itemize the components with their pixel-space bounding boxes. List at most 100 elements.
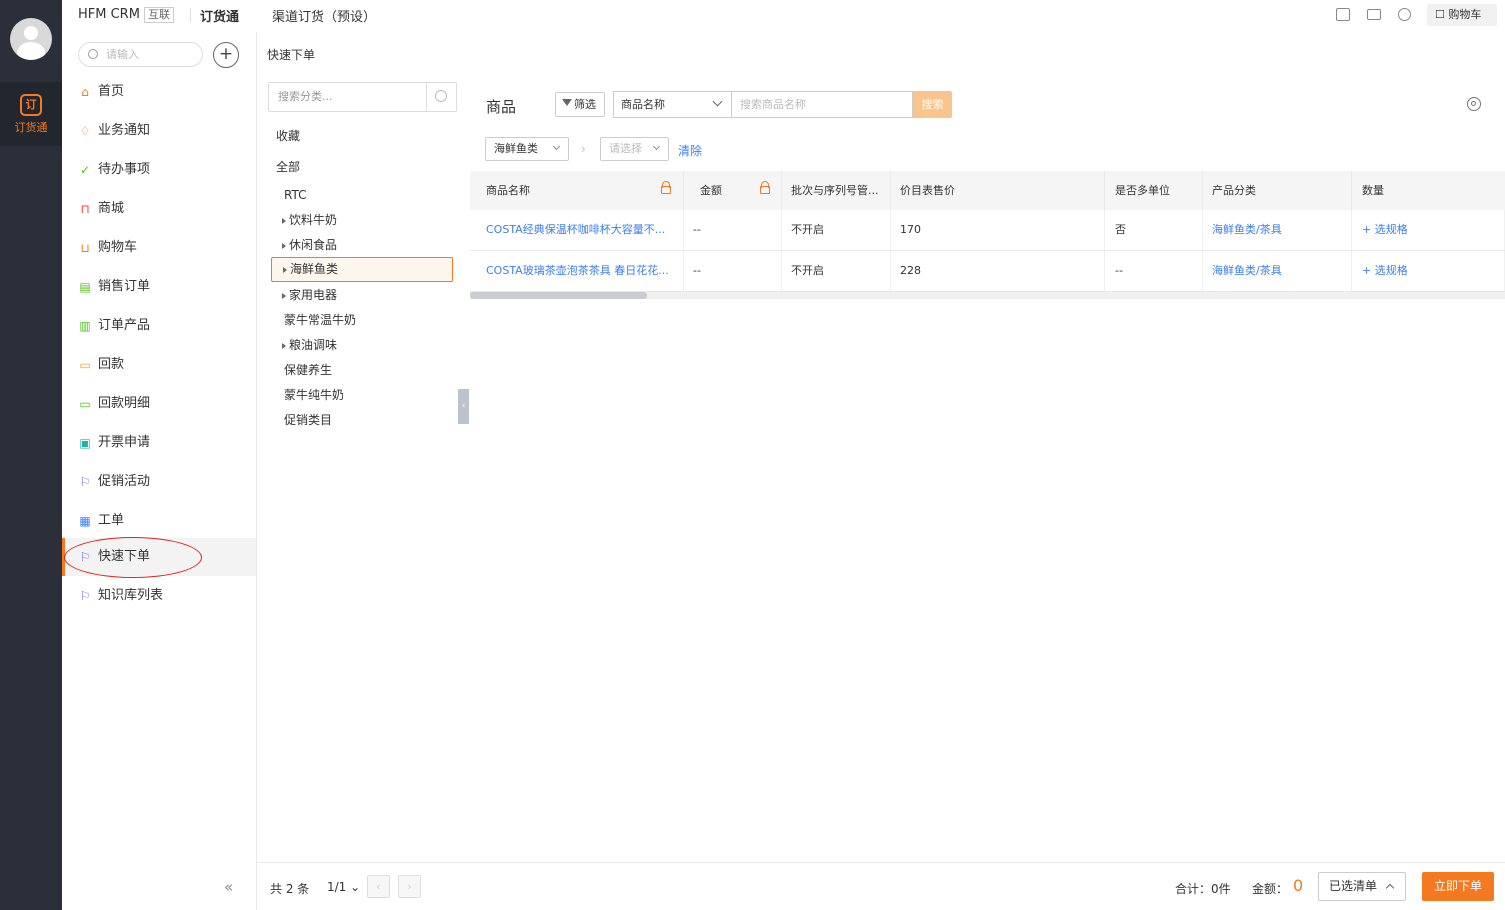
category-item[interactable]: 家用电器: [282, 285, 337, 305]
sidebar-item-label: 商城: [98, 201, 125, 216]
price-cell: 228: [891, 251, 1105, 291]
sidebar-item-sales-orders[interactable]: ▤ 销售订单: [62, 268, 256, 306]
sum-quantity: 合计：0件: [1175, 882, 1231, 896]
category-link[interactable]: 海鲜鱼类/茶具: [1203, 210, 1352, 250]
home-icon: ⌂: [81, 85, 89, 99]
clear-link[interactable]: 清除: [678, 142, 702, 159]
clipboard-icon: ▤: [79, 280, 91, 294]
sidebar-item-home[interactable]: ⌂ 首页: [62, 73, 256, 111]
chevron-up-icon: [1385, 883, 1395, 893]
sidebar-item-mall[interactable]: ⊓ 商城: [62, 190, 256, 228]
category-item[interactable]: 粮油调味: [282, 335, 337, 355]
multi-unit-cell: 否: [1105, 210, 1203, 250]
sidebar-item-cart[interactable]: ⊔ 购物车: [62, 229, 256, 267]
field-select-value: 商品名称: [621, 98, 665, 111]
select-spec-button[interactable]: + 选规格: [1352, 210, 1505, 250]
sidebar-item-label: 知识库列表: [98, 588, 164, 603]
scrollbar-thumb[interactable]: [470, 292, 647, 299]
selected-list-button[interactable]: 已选清单: [1318, 872, 1406, 901]
category-link[interactable]: 海鲜鱼类/茶具: [1203, 251, 1352, 291]
sidebar-item-work-orders[interactable]: ▦ 工单: [62, 502, 256, 540]
category-item-selected[interactable]: 海鲜鱼类: [271, 257, 453, 282]
column-header-category[interactable]: 产品分类: [1203, 171, 1352, 210]
category-item-label: 海鲜鱼类: [290, 262, 339, 276]
sidebar-item-knowledge-base[interactable]: ⚐ 知识库列表: [62, 577, 256, 615]
link-icon[interactable]: [1398, 8, 1411, 21]
place-order-button[interactable]: 立即下单: [1422, 872, 1494, 901]
expand-caret-icon[interactable]: [282, 217, 286, 224]
nav-search-input[interactable]: 请输入: [78, 42, 203, 67]
page-select[interactable]: 1/1 ⌄: [327, 880, 360, 894]
category-chip-select[interactable]: 海鲜鱼类: [485, 137, 569, 161]
inbox-icon[interactable]: [1336, 8, 1350, 21]
column-header-price[interactable]: 价目表售价: [891, 171, 1105, 210]
sidebar-item-payments[interactable]: ▭ 回款: [62, 346, 256, 384]
current-app-title[interactable]: 订货通: [200, 6, 239, 25]
next-page-button[interactable]: ›: [398, 875, 421, 898]
prev-page-button[interactable]: ‹: [367, 875, 390, 898]
column-header-batch[interactable]: 批次与序列号管...: [782, 171, 891, 210]
rail-app-dinghuotong[interactable]: 订 订货通: [0, 82, 62, 146]
category-favorites[interactable]: 收藏: [276, 126, 300, 146]
cart-button[interactable]: ☐ 购物车: [1427, 4, 1497, 26]
expand-caret-icon[interactable]: [282, 292, 286, 299]
category-item[interactable]: 蒙牛常温牛奶: [284, 310, 356, 330]
product-name-link[interactable]: COSTA玻璃茶壶泡茶茶具 春日花花...: [470, 251, 684, 291]
expand-caret-icon[interactable]: [282, 242, 286, 249]
sidebar-item-payment-details[interactable]: ▭ 回款明细: [62, 385, 256, 423]
expand-caret-icon[interactable]: [282, 342, 286, 349]
subcategory-select[interactable]: 请选择: [600, 137, 669, 161]
chevron-right-icon: ›: [581, 142, 586, 156]
column-header-quantity[interactable]: 数量: [1352, 171, 1505, 210]
category-item[interactable]: 保健养生: [284, 360, 332, 380]
flag-icon: ⚐: [79, 589, 91, 603]
sidebar-item-promotions[interactable]: ⚐ 促销活动: [62, 463, 256, 501]
category-search-input[interactable]: 搜索分类...: [268, 82, 457, 112]
collapse-sidebar-icon[interactable]: «: [224, 878, 233, 896]
category-item[interactable]: 休闲食品: [282, 235, 337, 255]
sidebar-item-label: 开票申请: [98, 435, 151, 450]
sidebar-item-label: 回款明细: [98, 396, 151, 411]
sidebar-item-order-products[interactable]: ▥ 订单产品: [62, 307, 256, 345]
sidebar-item-notifications[interactable]: ♢ 业务通知: [62, 112, 256, 150]
footer-bar: 共 2 条 1/1 ⌄ ‹ › 合计：0件 金额： 0 已选清单 立即下单: [257, 862, 1505, 910]
category-item[interactable]: 蒙牛纯牛奶: [284, 385, 344, 405]
product-name-link[interactable]: COSTA经典保温杯咖啡杯大容量不...: [470, 210, 684, 250]
search-button[interactable]: 搜索: [913, 91, 952, 118]
chip-value: 海鲜鱼类: [494, 142, 538, 155]
brand-tag: 互联: [144, 7, 174, 23]
amount-value: 0: [1293, 876, 1304, 895]
product-search-input[interactable]: 搜索商品名称: [731, 91, 913, 118]
document-icon: ▥: [79, 319, 91, 333]
select-spec-button[interactable]: + 选规格: [1352, 251, 1505, 291]
category-item[interactable]: 饮料牛奶: [282, 210, 337, 230]
channel-title[interactable]: 渠道订货（预设）: [272, 6, 376, 25]
add-button[interactable]: +: [213, 42, 239, 68]
panel-title: 商品: [486, 98, 517, 116]
settings-icon[interactable]: [1467, 97, 1481, 111]
category-item[interactable]: 促销类目: [284, 410, 332, 430]
horizontal-scrollbar[interactable]: [470, 292, 1505, 299]
category-all[interactable]: 全部: [276, 157, 300, 177]
column-header-name[interactable]: 商品名称: [470, 171, 684, 210]
search-field-select[interactable]: 商品名称: [613, 91, 731, 118]
collapse-category-panel-icon[interactable]: ‹: [458, 389, 469, 424]
category-search-placeholder: 搜索分类...: [278, 90, 333, 103]
product-panel: 商品 筛选 商品名称 搜索商品名称 搜索 海鲜鱼类 › 请选择 清除 商品名称 …: [470, 82, 1505, 862]
filter-button[interactable]: 筛选: [555, 92, 605, 117]
sidebar-item-invoice[interactable]: ▣ 开票申请: [62, 424, 256, 462]
chevron-down-icon: [652, 142, 661, 151]
invoice-icon: ▣: [79, 436, 91, 450]
sidebar-item-todo[interactable]: ✓ 待办事项: [62, 151, 256, 189]
column-header-multi-unit[interactable]: 是否多单位: [1105, 171, 1203, 210]
screen-icon[interactable]: [1367, 9, 1381, 20]
avatar[interactable]: [10, 18, 52, 60]
column-header-amount[interactable]: 金额: [684, 171, 782, 210]
search-icon[interactable]: [426, 83, 456, 111]
sidebar-item-label: 待办事项: [98, 162, 151, 177]
table-row: COSTA经典保温杯咖啡杯大容量不... -- 不开启 170 否 海鲜鱼类/茶…: [470, 210, 1505, 251]
lock-icon: [760, 181, 770, 194]
category-item[interactable]: RTC: [284, 185, 306, 205]
sidebar-item-label: 订单产品: [98, 318, 151, 333]
expand-caret-icon[interactable]: [283, 266, 287, 273]
